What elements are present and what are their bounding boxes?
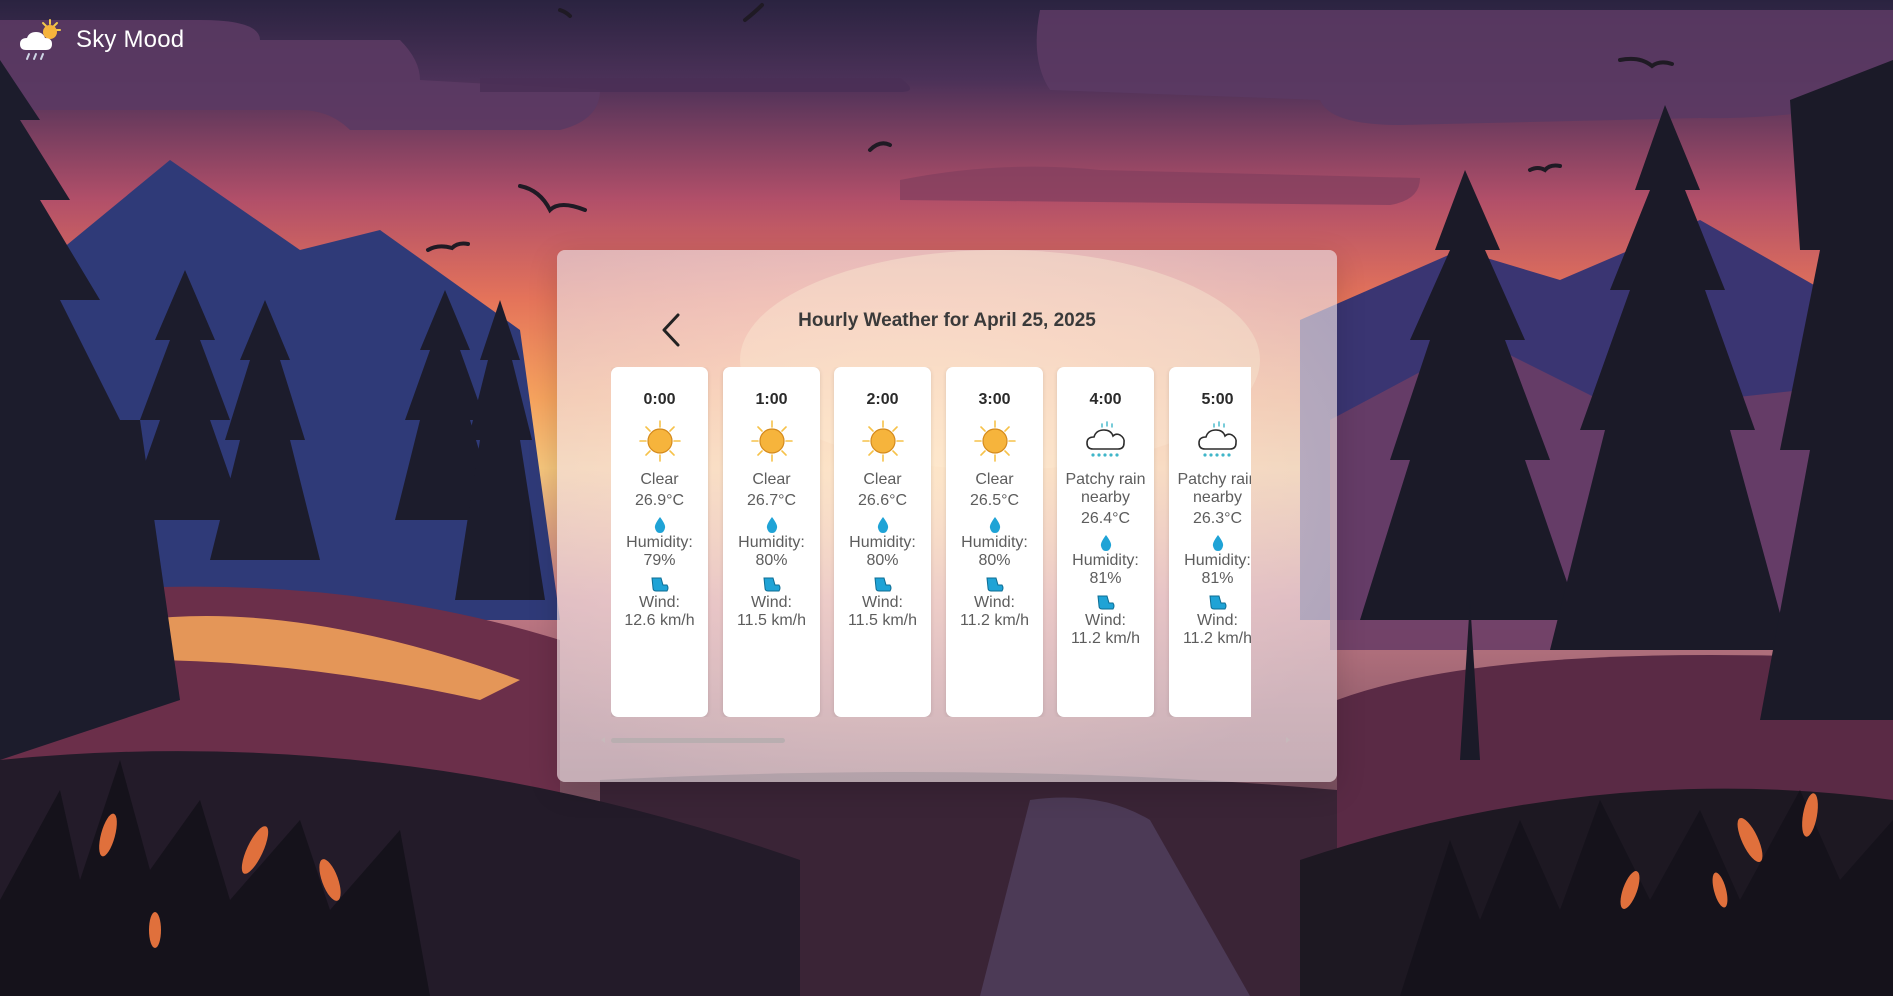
humidity-drop-icon: [654, 517, 665, 533]
hour-humidity-label: Humidity:: [1184, 552, 1251, 569]
hour-wind-label: Wind:: [1085, 612, 1126, 629]
hour-wind: 11.5 km/h: [736, 612, 807, 629]
wind-icon: [650, 577, 668, 592]
hour-temperature: 26.6°C: [857, 492, 908, 509]
hour-humidity-label: Humidity:: [1072, 552, 1139, 569]
hour-humidity: 80%: [978, 552, 1011, 569]
hour-humidity: 79%: [643, 552, 676, 569]
hour-wind: 11.2 km/h: [959, 612, 1030, 629]
sun-icon: [638, 420, 681, 462]
hour-temperature: 26.7°C: [746, 492, 797, 509]
hour-condition: Clear: [975, 471, 1014, 488]
scrollbar-thumb[interactable]: [611, 738, 785, 743]
sun-icon: [750, 420, 793, 462]
hour-wind-label: Wind:: [974, 594, 1015, 611]
hour-wind-label: Wind:: [751, 594, 792, 611]
sun-icon: [973, 420, 1016, 462]
hour-card[interactable]: 5:00 Patchy rain nearby 26.3°C Humidity:…: [1169, 367, 1251, 717]
hour-condition: Patchy rain nearby: [1065, 471, 1146, 506]
hourly-cards-strip[interactable]: 0:00 Clear 26.9°C Humidity: 79% Wind: 12…: [611, 367, 1251, 717]
app-title: Sky Mood: [76, 26, 185, 53]
hour-temperature: 26.3°C: [1192, 510, 1243, 527]
wind-icon: [1096, 595, 1114, 610]
humidity-drop-icon: [1212, 535, 1223, 551]
wind-icon: [873, 577, 891, 592]
hour-condition: Patchy rain nearby: [1177, 471, 1251, 506]
hour-time: 3:00: [978, 391, 1011, 408]
rain-cloud-icon: [1197, 421, 1237, 457]
wind-icon: [762, 577, 780, 592]
hour-time: 2:00: [866, 391, 899, 408]
hour-time: 1:00: [755, 391, 788, 408]
hour-humidity-label: Humidity:: [626, 534, 693, 551]
brand[interactable]: Sky Mood: [16, 16, 184, 64]
hour-temperature: 26.5°C: [969, 492, 1020, 509]
hour-wind-label: Wind:: [862, 594, 903, 611]
hour-card[interactable]: 1:00 Clear 26.7°C Humidity: 80% Wind: 11…: [723, 367, 820, 717]
wind-icon: [1208, 595, 1226, 610]
hour-wind: 11.5 km/h: [847, 612, 918, 629]
hour-wind-label: Wind:: [1197, 612, 1238, 629]
hour-humidity-label: Humidity:: [849, 534, 916, 551]
hour-wind-label: Wind:: [639, 594, 680, 611]
weather-logo-icon: [20, 19, 61, 60]
wind-icon: [985, 577, 1003, 592]
hourly-weather-panel: Hourly Weather for April 25, 2025 0:00 C…: [557, 250, 1337, 782]
hourly-title: Hourly Weather for April 25, 2025: [798, 310, 1096, 331]
hour-card[interactable]: 0:00 Clear 26.9°C Humidity: 79% Wind: 12…: [611, 367, 708, 717]
hour-wind: 11.2 km/h: [1070, 630, 1141, 647]
hour-humidity-label: Humidity:: [738, 534, 805, 551]
hour-card[interactable]: 4:00 Patchy rain nearby 26.4°C Humidity:…: [1057, 367, 1154, 717]
horizontal-scrollbar[interactable]: [600, 735, 1290, 745]
rain-cloud-icon: [1085, 421, 1125, 457]
hour-temperature: 26.4°C: [1080, 510, 1131, 527]
hour-humidity: 80%: [755, 552, 788, 569]
hour-condition: Clear: [640, 471, 679, 488]
humidity-drop-icon: [989, 517, 1000, 533]
hour-wind: 11.2 km/h: [1182, 630, 1251, 647]
sun-icon: [861, 420, 904, 462]
hour-humidity-label: Humidity:: [961, 534, 1028, 551]
humidity-drop-icon: [766, 517, 777, 533]
humidity-drop-icon: [1100, 535, 1111, 551]
hour-wind: 12.6 km/h: [624, 612, 695, 629]
hour-humidity: 81%: [1089, 570, 1122, 587]
hour-temperature: 26.9°C: [634, 492, 685, 509]
hour-condition: Clear: [863, 471, 902, 488]
hour-time: 5:00: [1201, 391, 1234, 408]
scroll-left-arrow-icon[interactable]: [601, 737, 605, 743]
humidity-drop-icon: [877, 517, 888, 533]
hour-humidity: 81%: [1201, 570, 1234, 587]
hour-time: 4:00: [1089, 391, 1122, 408]
scroll-right-arrow-icon[interactable]: [1286, 737, 1290, 743]
hour-card[interactable]: 3:00 Clear 26.5°C Humidity: 80% Wind: 11…: [946, 367, 1043, 717]
hour-humidity: 80%: [866, 552, 899, 569]
hour-card[interactable]: 2:00 Clear 26.6°C Humidity: 80% Wind: 11…: [834, 367, 931, 717]
hour-condition: Clear: [752, 471, 791, 488]
hour-time: 0:00: [643, 391, 676, 408]
